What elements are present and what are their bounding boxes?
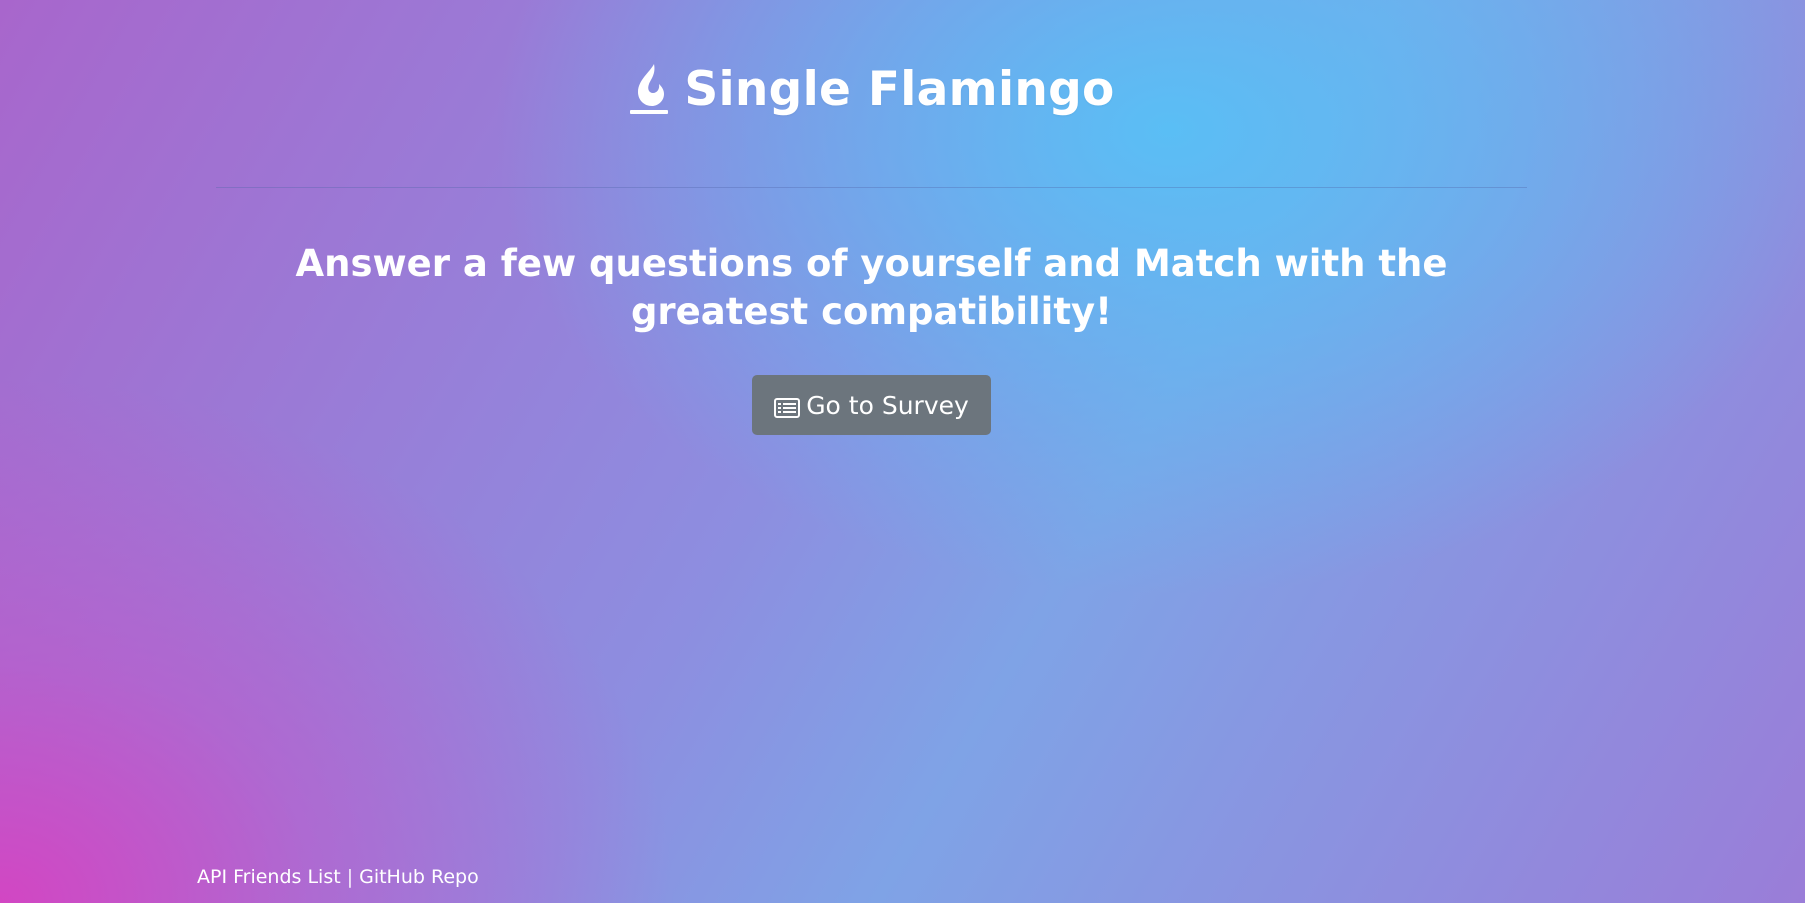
fire-icon (628, 62, 670, 116)
tagline: Answer a few questions of yourself and M… (295, 242, 1448, 333)
footer: API Friends List | GitHub Repo (197, 866, 479, 888)
go-to-survey-button[interactable]: Go to Survey (752, 375, 991, 435)
header-divider (216, 187, 1527, 188)
page-title: Single Flamingo (684, 61, 1115, 117)
page-container: Single Flamingo Answer a few questions o… (216, 0, 1527, 903)
go-to-survey-label: Go to Survey (806, 390, 969, 420)
footer-separator: | (346, 866, 354, 888)
list-alt-icon (774, 395, 801, 418)
github-repo-link[interactable]: GitHub Repo (359, 866, 479, 888)
cta-wrap: Go to Survey (216, 375, 1527, 435)
api-friends-list-link[interactable]: API Friends List (197, 866, 341, 888)
page-header: Single Flamingo (216, 62, 1527, 142)
brand: Single Flamingo (628, 62, 1114, 116)
